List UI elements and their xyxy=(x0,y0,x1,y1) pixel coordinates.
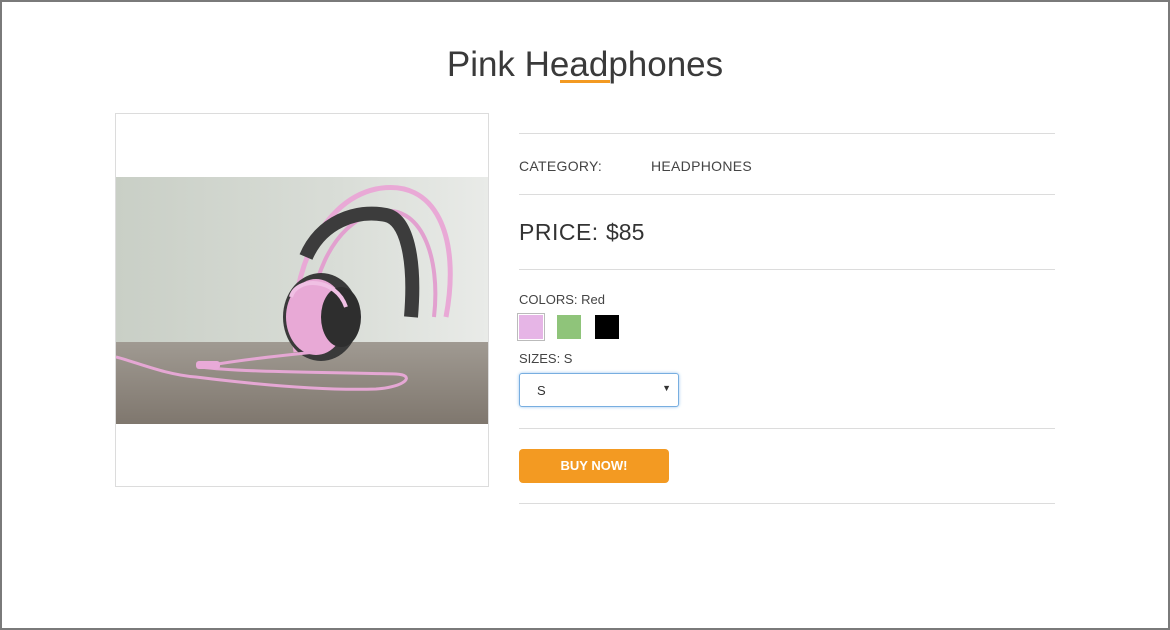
colors-label: COLORS: Red xyxy=(519,292,605,307)
product-page: Pink Headphones CATEGORY: HEADPHONES PRI… xyxy=(0,0,1170,630)
title-underline xyxy=(560,80,610,83)
size-select[interactable]: S ▼ xyxy=(519,373,679,407)
buy-row: BUY NOW! xyxy=(519,429,1055,503)
price-label: PRICE: xyxy=(519,219,599,245)
buy-now-button[interactable]: BUY NOW! xyxy=(519,449,669,483)
color-swatch-pink[interactable] xyxy=(517,313,545,341)
price-row: PRICE: $85 xyxy=(519,195,1055,269)
caret-down-icon: ▼ xyxy=(662,383,671,393)
category-value[interactable]: HEADPHONES xyxy=(651,158,752,174)
color-swatch-black[interactable] xyxy=(595,315,619,339)
color-swatch-green[interactable] xyxy=(557,315,581,339)
color-swatches xyxy=(517,313,619,341)
product-details: CATEGORY: HEADPHONES PRICE: $85 COLORS: … xyxy=(517,133,1055,504)
divider xyxy=(519,503,1055,504)
category-label: CATEGORY: xyxy=(519,158,603,174)
sizes-label: SIZES: S xyxy=(519,351,573,366)
options-row: COLORS: Red SIZES: S S ▼ xyxy=(517,270,1055,428)
category-row: CATEGORY: HEADPHONES xyxy=(519,134,1055,194)
product-image xyxy=(116,177,488,424)
size-selected-value: S xyxy=(537,383,546,398)
price-value: $85 xyxy=(606,219,645,245)
product-image-box xyxy=(115,113,489,487)
